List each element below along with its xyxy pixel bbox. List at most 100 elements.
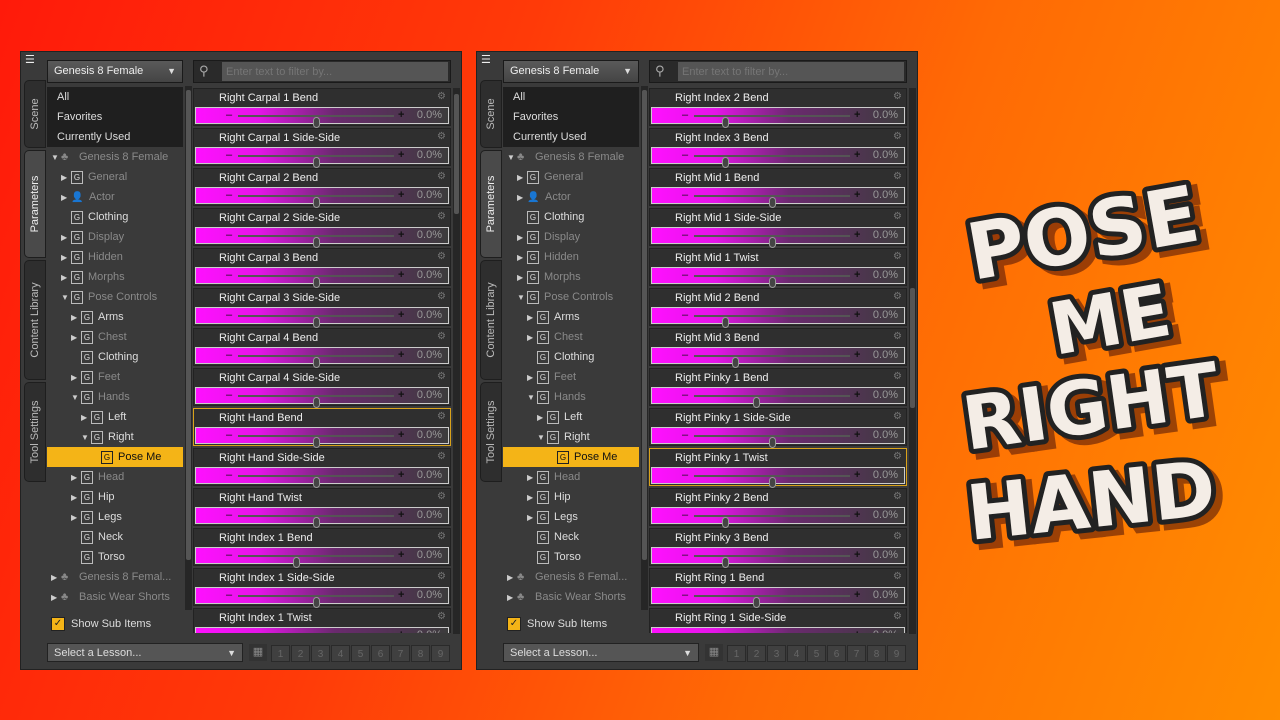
parameter-slider-row[interactable]: Right Carpal 2 Bend ⚙ – +0.0% — [193, 168, 451, 208]
tree-scrollbar[interactable] — [185, 86, 192, 610]
parameter-slider-row[interactable]: Right Ring 1 Side-Side ⚙ – +0.0% — [649, 608, 907, 633]
scrollbar-thumb[interactable] — [642, 90, 647, 560]
tree-item[interactable]: ▶ G Morphs — [47, 267, 183, 287]
slider-knob[interactable] — [313, 597, 320, 608]
parameter-value[interactable]: 0.0% — [417, 108, 442, 123]
increment-button[interactable]: + — [854, 308, 860, 322]
expand-arrow-icon[interactable]: ▶ — [537, 408, 547, 428]
parameter-value[interactable]: 0.0% — [417, 548, 442, 563]
page-button[interactable]: 6 — [827, 645, 846, 662]
value-slider[interactable]: – +0.0% — [195, 507, 449, 528]
gear-icon[interactable]: ⚙ — [437, 491, 446, 502]
parameter-value[interactable]: 0.0% — [873, 628, 898, 633]
tree-item[interactable]: ▶ G Hidden — [47, 247, 183, 267]
decrement-button[interactable]: – — [226, 388, 232, 402]
tree-item[interactable]: Currently Used — [47, 127, 183, 147]
gear-icon[interactable]: ⚙ — [893, 211, 902, 222]
value-slider[interactable]: – +0.0% — [195, 427, 449, 448]
slider-track[interactable] — [238, 435, 394, 448]
tree-item[interactable]: ▼ G Right — [503, 427, 639, 447]
value-slider[interactable]: – +0.0% — [651, 107, 905, 128]
parameter-scrollbar[interactable] — [909, 88, 916, 634]
tree-item[interactable]: ▶ ♣ Basic Wear Shorts — [47, 587, 183, 607]
tree-item[interactable]: ▶ G Left — [503, 407, 639, 427]
expand-arrow-icon[interactable]: ▶ — [517, 168, 527, 188]
gear-icon[interactable]: ⚙ — [437, 331, 446, 342]
decrement-button[interactable]: – — [682, 548, 688, 562]
slider-knob[interactable] — [769, 197, 776, 208]
tree-item[interactable]: ▶ G Arms — [503, 307, 639, 327]
tree-item[interactable]: ▶ G Chest — [503, 327, 639, 347]
parameter-slider-row[interactable]: Right Pinky 1 Bend ⚙ – +0.0% — [649, 368, 907, 408]
slider-track[interactable] — [238, 515, 394, 528]
show-sub-items-checkbox[interactable]: ✓ Show Sub Items — [507, 614, 607, 634]
expand-arrow-icon[interactable]: ▶ — [527, 328, 537, 348]
tree-item[interactable]: ▶ G Display — [47, 227, 183, 247]
lesson-select[interactable]: Select a Lesson... ▼ — [503, 643, 699, 662]
increment-button[interactable]: + — [854, 148, 860, 162]
expand-arrow-icon[interactable]: ▶ — [527, 508, 537, 528]
expand-arrow-icon[interactable]: ▶ — [51, 588, 61, 608]
collapse-arrow-icon[interactable]: ▼ — [71, 388, 81, 408]
scrollbar-thumb[interactable] — [186, 90, 191, 560]
parameter-slider-row[interactable]: Right Mid 1 Bend ⚙ – +0.0% — [649, 168, 907, 208]
slider-knob[interactable] — [769, 437, 776, 448]
value-slider[interactable]: – +0.0% — [651, 507, 905, 528]
increment-button[interactable]: + — [398, 508, 404, 522]
parameter-slider-row[interactable]: Right Carpal 3 Bend ⚙ – +0.0% — [193, 248, 451, 288]
gear-icon[interactable]: ⚙ — [893, 531, 902, 542]
value-slider[interactable]: – +0.0% — [195, 147, 449, 168]
expand-arrow-icon[interactable]: ▶ — [517, 268, 527, 288]
increment-button[interactable]: + — [854, 268, 860, 282]
increment-button[interactable]: + — [854, 588, 860, 602]
tab-parameters[interactable]: Parameters — [24, 150, 46, 258]
parameter-slider-row[interactable]: Right Carpal 1 Bend ⚙ – +0.0% — [193, 88, 451, 128]
tab-parameters[interactable]: Parameters — [480, 150, 502, 258]
parameter-value[interactable]: 0.0% — [417, 148, 442, 163]
expand-arrow-icon[interactable]: ▶ — [71, 468, 81, 488]
pane-menu-icon[interactable]: ☰ — [25, 55, 41, 72]
collapse-arrow-icon[interactable]: ▼ — [517, 288, 527, 308]
tree-item[interactable]: ▶ ♣ Genesis 8 Femal... — [503, 567, 639, 587]
increment-button[interactable]: + — [854, 108, 860, 122]
parameter-slider-row[interactable]: Right Mid 3 Bend ⚙ – +0.0% — [649, 328, 907, 368]
decrement-button[interactable]: – — [226, 628, 232, 633]
tab-tool-settings[interactable]: Tool Settings — [24, 382, 46, 482]
value-slider[interactable]: – +0.0% — [195, 347, 449, 368]
page-button[interactable]: 8 — [411, 645, 430, 662]
parameter-value[interactable]: 0.0% — [417, 268, 442, 283]
tree-item[interactable]: ▼ G Pose Controls — [503, 287, 639, 307]
parameter-slider-row[interactable]: Right Index 1 Side-Side ⚙ – +0.0% — [193, 568, 451, 608]
decrement-button[interactable]: – — [682, 268, 688, 282]
slider-track[interactable] — [238, 275, 394, 288]
parameter-slider-row[interactable]: Right Carpal 3 Side-Side ⚙ – +0.0% — [193, 288, 451, 328]
gear-icon[interactable]: ⚙ — [437, 371, 446, 382]
tree-item[interactable]: G Clothing — [47, 347, 183, 367]
decrement-button[interactable]: – — [682, 148, 688, 162]
slider-track[interactable] — [694, 595, 850, 608]
expand-arrow-icon[interactable]: ▶ — [61, 168, 71, 188]
expand-arrow-icon[interactable]: ▶ — [527, 488, 537, 508]
gear-icon[interactable]: ⚙ — [437, 291, 446, 302]
expand-arrow-icon[interactable]: ▶ — [527, 468, 537, 488]
tree-item[interactable]: ▼ ♣ Genesis 8 Female — [503, 147, 639, 167]
increment-button[interactable]: + — [854, 348, 860, 362]
gear-icon[interactable]: ⚙ — [437, 211, 446, 222]
slider-track[interactable] — [694, 475, 850, 488]
expand-arrow-icon[interactable]: ▶ — [527, 368, 537, 388]
slider-knob[interactable] — [313, 157, 320, 168]
slider-knob[interactable] — [769, 477, 776, 488]
decrement-button[interactable]: – — [226, 588, 232, 602]
tree-item[interactable]: ▶ 👤 Actor — [47, 187, 183, 207]
slider-track[interactable] — [694, 115, 850, 128]
increment-button[interactable]: + — [854, 388, 860, 402]
slider-knob[interactable] — [313, 277, 320, 288]
slider-knob[interactable] — [313, 437, 320, 448]
figure-select[interactable]: Genesis 8 Female ▼ — [503, 60, 639, 83]
expand-arrow-icon[interactable]: ▶ — [61, 248, 71, 268]
collapse-arrow-icon[interactable]: ▼ — [527, 388, 537, 408]
tree-item[interactable]: G Neck — [503, 527, 639, 547]
slider-knob[interactable] — [753, 597, 761, 608]
parameter-slider-row[interactable]: Right Index 2 Bend ⚙ – +0.0% — [649, 88, 907, 128]
increment-button[interactable]: + — [854, 468, 860, 482]
